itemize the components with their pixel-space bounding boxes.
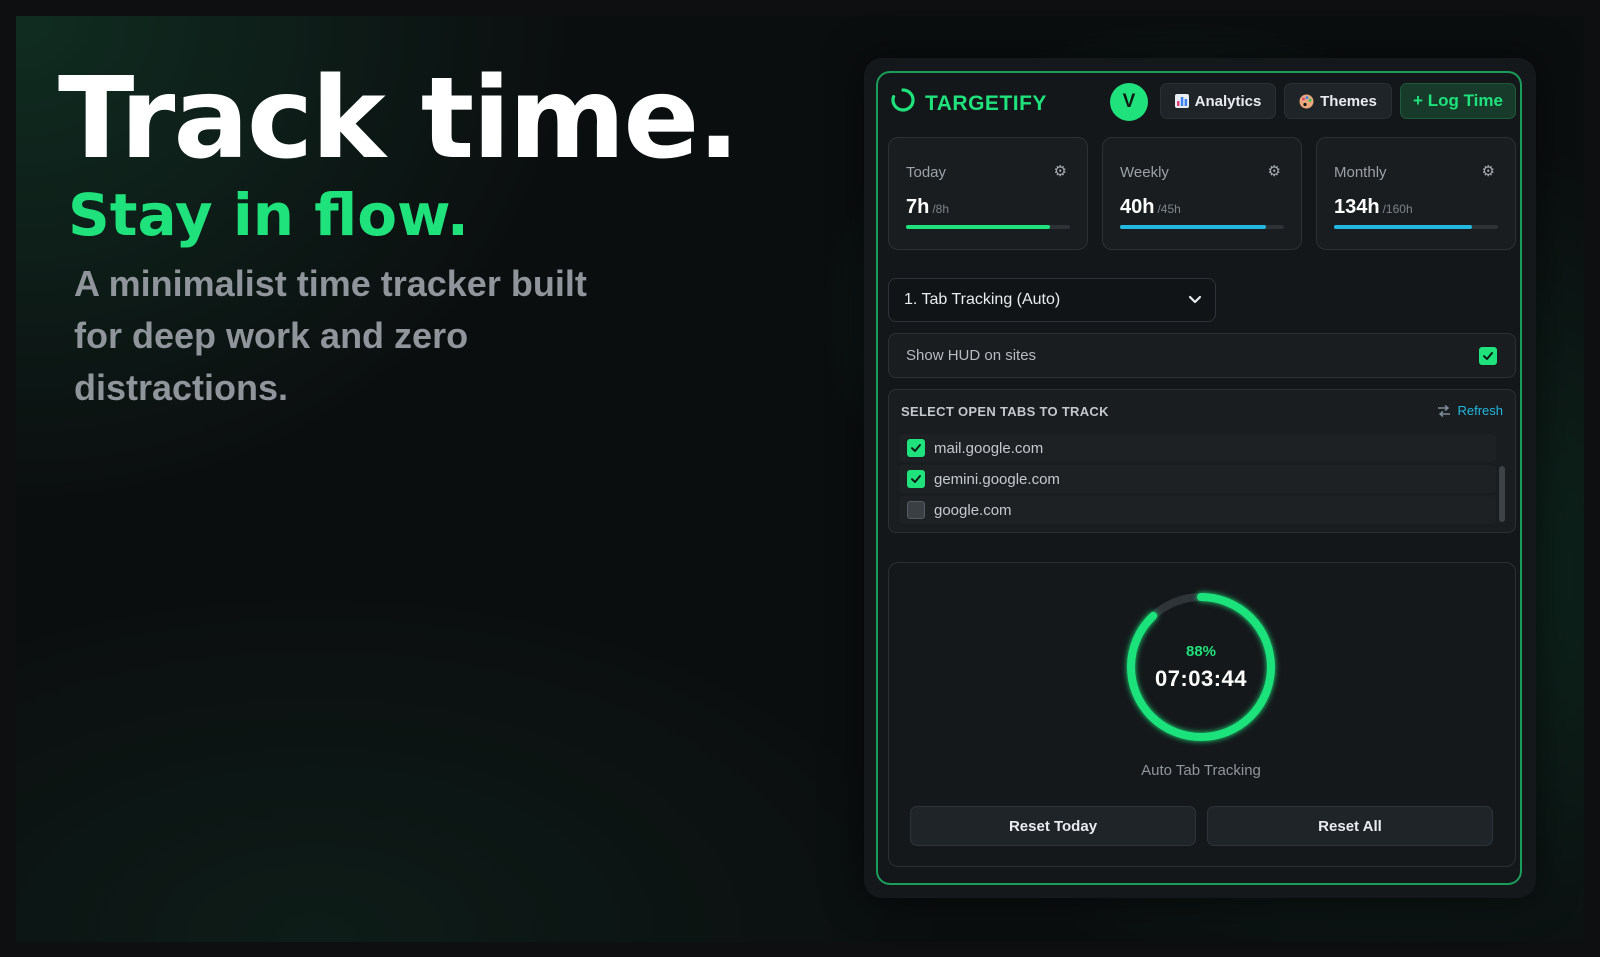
- progress-track: [1120, 225, 1284, 229]
- check-icon: [911, 444, 921, 452]
- refresh-button[interactable]: Refresh: [1437, 403, 1503, 418]
- tab-item[interactable]: google.com: [899, 496, 1496, 524]
- refresh-icon: [1438, 404, 1451, 417]
- targetify-logo-icon: [891, 88, 915, 112]
- open-tabs-title: SELECT OPEN TABS TO TRACK: [901, 404, 1109, 419]
- tab-checkbox[interactable]: [907, 439, 925, 457]
- stat-card-today: Today ⚙ 7h/8h: [888, 137, 1088, 250]
- progress-fill: [1120, 225, 1266, 229]
- themes-button[interactable]: Themes: [1284, 83, 1392, 119]
- stat-label: Monthly: [1334, 164, 1387, 181]
- stat-value: 7h/8h: [906, 196, 950, 218]
- refresh-label: Refresh: [1457, 403, 1503, 418]
- timer-percent: 88%: [1185, 643, 1217, 660]
- stat-label: Weekly: [1120, 164, 1169, 181]
- open-tabs-panel: SELECT OPEN TABS TO TRACK Refresh mail.g…: [888, 389, 1516, 533]
- themes-label: Themes: [1320, 92, 1377, 110]
- analytics-label: Analytics: [1194, 92, 1262, 110]
- reset-today-button[interactable]: Reset Today: [910, 806, 1196, 846]
- stat-value: 134h/160h: [1334, 196, 1413, 218]
- hero-description: A minimalist time tracker built for deep…: [74, 263, 587, 408]
- check-icon: [1483, 352, 1493, 360]
- show-hud-label: Show HUD on sites: [906, 347, 1037, 364]
- show-hud-checkbox[interactable]: [1479, 347, 1497, 365]
- timer-mode-label: Auto Tab Tracking: [1141, 762, 1261, 779]
- brand-name: TARGETIFY: [925, 92, 1047, 115]
- analytics-button[interactable]: Analytics: [1160, 83, 1276, 119]
- show-hud-row: Show HUD on sites: [888, 333, 1516, 378]
- tab-domain: mail.google.com: [934, 439, 1044, 457]
- stat-card-monthly: Monthly ⚙ 134h/160h: [1316, 137, 1516, 250]
- timer-clock: 07:03:44: [1154, 666, 1248, 691]
- hero-subtitle: Stay in flow.: [68, 181, 469, 249]
- gear-icon[interactable]: ⚙: [1054, 162, 1067, 180]
- stat-card-weekly: Weekly ⚙ 40h/45h: [1102, 137, 1302, 250]
- log-time-button[interactable]: + Log Time: [1400, 83, 1516, 119]
- tab-checkbox[interactable]: [907, 501, 925, 519]
- stat-goal: /45h: [1157, 202, 1181, 216]
- bar-chart-icon: [1174, 94, 1189, 108]
- tab-domain: gemini.google.com: [934, 470, 1060, 488]
- tracking-mode-value: 1. Tab Tracking (Auto): [904, 291, 1061, 308]
- check-icon: [911, 475, 921, 483]
- chevron-down-icon: [1188, 295, 1202, 304]
- tracking-mode-select[interactable]: 1. Tab Tracking (Auto): [888, 278, 1216, 322]
- stat-label: Today: [906, 164, 947, 181]
- palette-icon: [1299, 94, 1314, 108]
- gear-icon[interactable]: ⚙: [1268, 162, 1281, 180]
- stat-value: 40h/45h: [1120, 196, 1181, 218]
- gear-icon[interactable]: ⚙: [1482, 162, 1495, 180]
- reset-all-button[interactable]: Reset All: [1207, 806, 1493, 846]
- progress-fill: [1334, 225, 1472, 229]
- stat-goal: /160h: [1382, 202, 1413, 216]
- tabs-scrollbar[interactable]: [1499, 466, 1505, 522]
- progress-fill: [906, 225, 1051, 229]
- stat-goal: /8h: [932, 202, 950, 216]
- tab-domain: google.com: [934, 501, 1012, 519]
- hero-title: Track time.: [58, 54, 740, 184]
- tab-item[interactable]: mail.google.com: [899, 434, 1496, 462]
- progress-track: [1334, 225, 1498, 229]
- progress-track: [906, 225, 1070, 229]
- tab-item[interactable]: gemini.google.com: [899, 465, 1496, 493]
- tab-checkbox[interactable]: [907, 470, 925, 488]
- user-avatar[interactable]: V: [1110, 83, 1148, 121]
